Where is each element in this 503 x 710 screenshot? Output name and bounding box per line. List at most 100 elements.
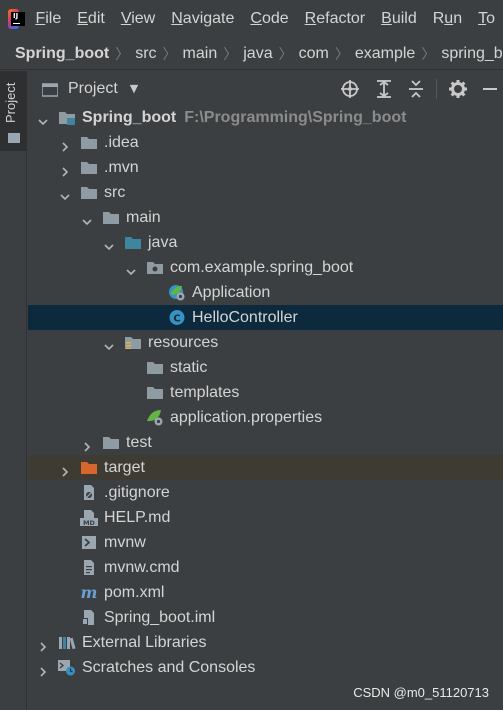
tree-row[interactable]: Spring_boot.iml [28,605,503,630]
project-tool-tab-label: Project [3,82,18,123]
chevron-down-icon[interactable] [104,337,114,351]
chevron-right-icon[interactable] [82,437,92,452]
panel-title[interactable]: Project [68,80,118,98]
chevron-right-icon: 〉 [421,46,436,63]
tree-item-label: application.properties [170,409,323,426]
menu-item[interactable]: File [35,10,61,28]
excluded-folder-icon [80,459,98,476]
folder-icon [146,359,164,376]
spring-app-class-icon [168,284,186,301]
folder-icon [80,184,98,201]
chevron-down-icon[interactable] [126,262,136,276]
chevron-right-icon: 〉 [115,46,130,63]
tree-row[interactable]: mvnw [28,530,503,555]
tree-row[interactable]: Application [28,280,503,305]
folder-icon [8,133,20,143]
project-panel-header: Project ▼ [28,71,503,107]
project-tool-tab[interactable]: Project [0,71,27,151]
tree-item-label: main [126,209,161,226]
chevron-right-icon[interactable] [38,637,48,652]
tree-row[interactable]: Scratches and Consoles [28,655,503,680]
menu-item[interactable]: View [121,10,155,28]
gear-icon[interactable] [448,79,468,99]
chevron-right-icon[interactable] [60,462,70,477]
tree-row[interactable]: External Libraries [28,630,503,655]
menu-item[interactable]: Build [381,10,417,28]
chevron-down-icon[interactable] [60,187,70,201]
tree-row[interactable]: main [28,205,503,230]
tree-item-label: HelloController [192,309,298,326]
tree-row[interactable]: m pom.xml [28,580,503,605]
intellij-logo-icon: IJ [8,8,25,29]
tree-item-label: mvnw [104,534,146,551]
menu-item[interactable]: To [478,10,495,28]
tree-row[interactable]: .gitignore [28,480,503,505]
menu-item[interactable]: Edit [77,10,105,28]
chevron-right-icon[interactable] [38,662,48,677]
folder-icon [146,384,164,401]
chevron-down-icon[interactable]: ▼ [130,82,138,95]
menu-item[interactable]: Navigate [171,10,234,28]
svg-text:C: C [173,314,180,325]
chevron-right-icon[interactable] [60,137,70,152]
chevron-down-icon[interactable] [104,237,114,251]
tree-row[interactable]: application.properties [28,405,503,430]
text-file-icon [80,559,98,576]
tree-item-label: Spring_boot.iml [104,609,216,626]
tree-row[interactable]: MD HELP.md [28,505,503,530]
tree-item-label: java [148,234,178,251]
folder-icon [102,434,120,451]
folder-icon [80,134,98,151]
svg-text:m: m [81,584,98,601]
tree-row[interactable]: test [28,430,503,455]
gitignore-file-icon [80,484,98,501]
breadcrumb-item[interactable]: spring_boot [441,45,503,63]
breadcrumb-item[interactable]: main [183,45,218,63]
project-path: F:\Programming\Spring_boot [184,109,407,126]
menu-item[interactable]: Code [250,10,288,28]
tree-row[interactable]: mvnw.cmd [28,555,503,580]
tree-row[interactable]: java [28,230,503,255]
breadcrumb-item[interactable]: com [299,45,329,63]
chevron-right-icon[interactable] [60,162,70,177]
shell-script-icon [80,534,98,551]
tree-row[interactable]: com.example.spring_boot [28,255,503,280]
tree-item-label: External Libraries [82,634,207,651]
breadcrumb-item[interactable]: java [243,45,272,63]
maven-icon: m [80,583,98,602]
breadcrumb-item[interactable]: example [355,45,415,63]
tree-item-label: static [170,359,208,376]
libraries-icon [58,634,76,651]
resources-folder-icon [124,334,142,351]
project-tree: Spring_boot F:\Programming\Spring_boot .id… [28,105,503,705]
tree-item-label: .mvn [104,159,139,176]
menu-item[interactable]: Run [433,10,462,28]
chevron-down-icon[interactable] [38,112,48,126]
collapse-all-icon[interactable] [406,79,426,99]
expand-all-icon[interactable] [374,79,394,99]
tree-row[interactable]: templates [28,380,503,405]
iml-file-icon [80,609,98,626]
tree-row[interactable]: target [28,455,503,480]
chevron-right-icon: 〉 [278,46,293,63]
tree-row[interactable]: Spring_boot F:\Programming\Spring_boot [28,105,503,130]
breadcrumb-item[interactable]: src [135,45,156,63]
tree-row[interactable]: src [28,180,503,205]
tree-item-label: test [126,434,152,451]
chevron-down-icon[interactable] [82,212,92,226]
package-icon [146,259,164,276]
tree-item-label: Spring_boot F:\Programming\Spring_boot [82,109,407,126]
tree-row[interactable]: static [28,355,503,380]
tree-row[interactable]: .idea [28,130,503,155]
tree-row[interactable]: C HelloController [28,305,503,330]
tree-row[interactable]: .mvn [28,155,503,180]
locate-target-icon[interactable] [340,79,360,99]
breadcrumb-item[interactable]: Spring_boot [15,45,109,63]
tree-row[interactable]: resources [28,330,503,355]
hide-panel-icon[interactable] [480,79,500,99]
project-view-icon [41,82,59,97]
breadcrumb: Spring_boot 〉 src 〉 main 〉 java 〉 com 〉 example 〉 sp… [0,38,503,70]
menu-item[interactable]: Refactor [305,10,365,28]
chevron-right-icon: 〉 [162,46,177,63]
tree-item-label: com.example.spring_boot [170,259,354,276]
